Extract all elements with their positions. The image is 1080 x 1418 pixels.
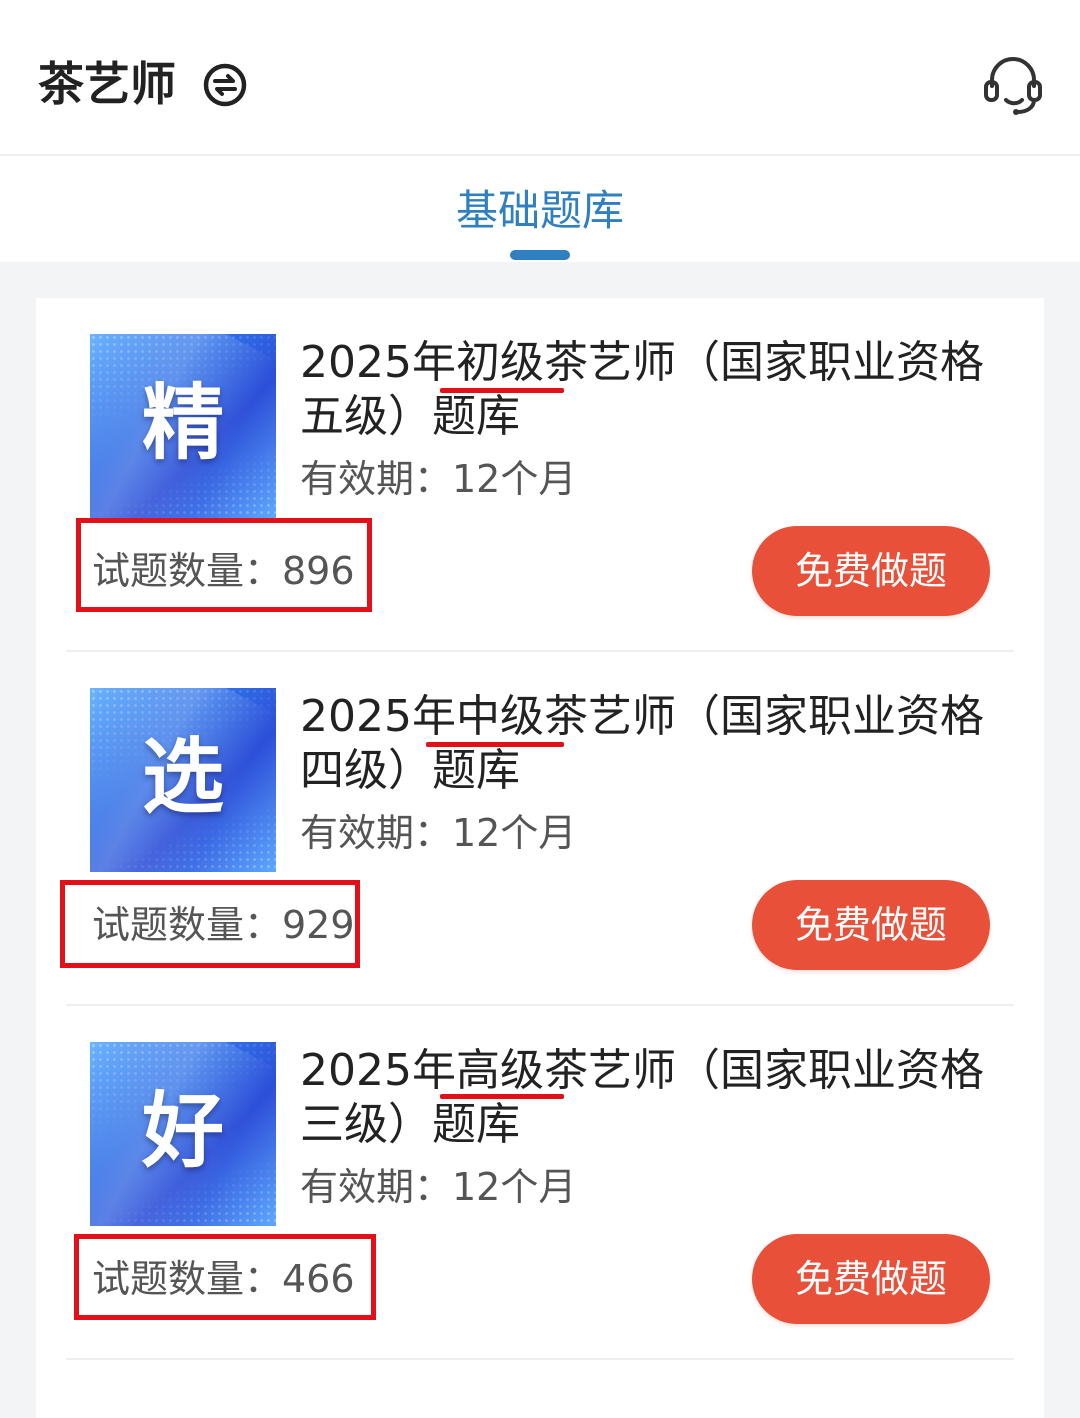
cover-badge-text: 好 — [141, 1083, 224, 1179]
annotation-underline — [440, 388, 564, 393]
annotation-underline — [426, 742, 564, 747]
headset-icon[interactable] — [980, 52, 1046, 118]
item-title[interactable]: 2025年中级茶艺师（国家职业资格四级）题库 — [300, 690, 1010, 798]
page-title[interactable]: 茶艺师 — [38, 52, 176, 116]
cover-image: 好 — [90, 1042, 276, 1226]
item-validity: 有效期：12个月 — [300, 457, 577, 501]
divider — [66, 1358, 1014, 1360]
active-tab-indicator — [510, 250, 570, 260]
free-practice-button[interactable]: 免费做题 — [752, 1234, 990, 1324]
tab-bar: 基础题库 — [0, 156, 1080, 262]
cover-badge-text: 选 — [141, 729, 224, 825]
top-bar: 茶艺师 — [0, 0, 1080, 156]
cover-image: 选 — [90, 688, 276, 872]
item-validity: 有效期：12个月 — [300, 1165, 577, 1209]
tab-basic-question-bank[interactable]: 基础题库 — [0, 184, 1080, 238]
free-practice-button[interactable]: 免费做题 — [752, 526, 990, 616]
switch-circle-icon[interactable] — [202, 62, 248, 108]
item-title[interactable]: 2025年初级茶艺师（国家职业资格五级）题库 — [300, 336, 1010, 444]
cover-image: 精 — [90, 334, 276, 518]
annotation-box — [60, 880, 360, 968]
annotation-box — [74, 1234, 376, 1320]
free-practice-button[interactable]: 免费做题 — [752, 880, 990, 970]
cover-badge-text: 精 — [141, 375, 224, 471]
annotation-underline — [440, 1094, 564, 1099]
item-validity: 有效期：12个月 — [300, 811, 577, 855]
item-title[interactable]: 2025年高级茶艺师（国家职业资格三级）题库 — [300, 1044, 1010, 1152]
annotation-box — [76, 518, 372, 612]
